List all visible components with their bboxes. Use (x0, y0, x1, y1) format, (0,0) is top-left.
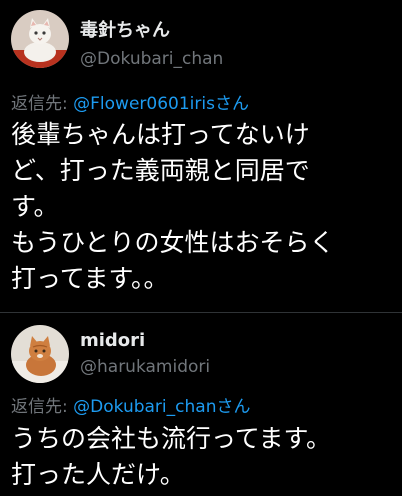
cat-photo-avatar-icon (11, 325, 69, 383)
cat-portrait-avatar-icon (11, 10, 69, 68)
tweet[interactable]: 毒針ちゃん @Dokubari_chan 返信先: @Flower0601iri… (0, 0, 402, 313)
tweet-text-line: 打った人だけ。 (11, 460, 185, 489)
tweet-text-line: 打ってます。。 (11, 264, 169, 293)
tweet-text-line: 後輩ちゃんは打ってないけ (11, 120, 310, 149)
user-handle[interactable]: @harukamidori (80, 357, 210, 377)
reply-to-user-link[interactable]: @Flower0601irisさん (73, 94, 249, 114)
tweet-text-line: す。 (11, 192, 59, 221)
user-handle[interactable]: @Dokubari_chan (80, 49, 223, 69)
tweet-text: うちの会社も流行ってます。 打った人だけ。 (11, 421, 396, 493)
reply-to-line: 返信先: @Flower0601irisさん (11, 89, 249, 114)
tweet-text-line: うちの会社も流行ってます。 (11, 424, 332, 453)
display-name[interactable]: 毒針ちゃん (80, 16, 170, 42)
avatar[interactable] (11, 10, 69, 68)
reply-to-line: 返信先: @Dokubari_chanさん (11, 392, 250, 417)
reply-prefix: 返信先: (11, 397, 74, 417)
reply-prefix: 返信先: (11, 94, 74, 114)
tweet-text-line: もうひとりの女性はおそらく (11, 228, 335, 257)
tweet-text: 後輩ちゃんは打ってないけ ど、打った義両親と同居で す。 もうひとりの女性はおそ… (11, 117, 396, 297)
tweet[interactable]: midori @harukamidori 返信先: @Dokubari_chan… (0, 313, 402, 496)
avatar[interactable] (11, 325, 69, 383)
tweet-text-line: ど、打った義両親と同居で (11, 156, 310, 185)
display-name[interactable]: midori (80, 330, 145, 351)
reply-to-user-link[interactable]: @Dokubari_chanさん (73, 397, 250, 417)
